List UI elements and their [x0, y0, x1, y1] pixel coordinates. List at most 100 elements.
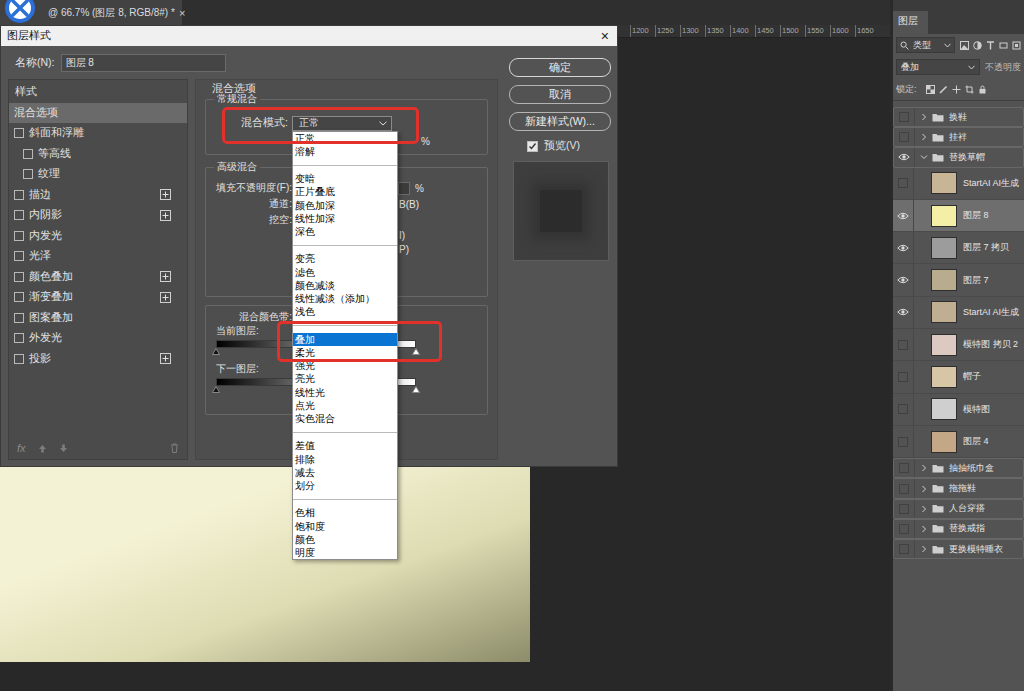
dialog-close-button[interactable]: × [601, 28, 609, 44]
blend-mode-option[interactable]: 线性加深 [293, 212, 397, 225]
style-checkbox[interactable] [14, 333, 24, 343]
visibility-toggle[interactable] [893, 232, 914, 263]
black-point-handle-icon[interactable] [212, 348, 220, 355]
style-item[interactable]: 描边 [9, 185, 187, 206]
move-up-icon[interactable] [38, 444, 47, 453]
chevron-right-icon[interactable] [920, 545, 928, 553]
blend-mode-option[interactable]: 实色混合 [293, 412, 397, 425]
layer-group-row[interactable]: 挂袢 [893, 127, 1024, 147]
visibility-toggle[interactable] [893, 361, 914, 392]
visibility-toggle[interactable] [893, 264, 914, 295]
blend-mode-option[interactable]: 线性减淡（添加） [293, 292, 397, 305]
style-checkbox[interactable] [14, 251, 24, 261]
channel-b-checkbox-label[interactable]: B(B) [399, 199, 419, 210]
style-checkbox[interactable] [14, 210, 24, 220]
blend-mode-option[interactable]: 颜色 [293, 533, 397, 546]
style-checkbox[interactable] [14, 292, 24, 302]
visibility-toggle[interactable] [893, 394, 914, 425]
dialog-button[interactable]: 确定 [509, 58, 611, 77]
chevron-right-icon[interactable] [920, 525, 928, 533]
blend-mode-option[interactable]: 正常 [293, 132, 397, 145]
type-filter-icon[interactable] [986, 41, 995, 50]
blend-mode-option[interactable]: 颜色减淡 [293, 279, 397, 292]
chevron-right-icon[interactable] [920, 464, 928, 472]
style-item[interactable]: 渐变叠加 [9, 287, 187, 308]
style-item[interactable]: 图案叠加 [9, 308, 187, 329]
blend-mode-option[interactable]: 饱和度 [293, 520, 397, 533]
image-filter-icon[interactable] [960, 41, 969, 50]
blend-mode-option[interactable]: 线性光 [293, 386, 397, 399]
lock-transparency-icon[interactable] [926, 85, 935, 94]
blend-mode-option[interactable]: 色相 [293, 506, 397, 519]
chevron-right-icon[interactable] [920, 505, 928, 513]
white-point-handle-icon[interactable] [412, 348, 420, 355]
blend-mode-option[interactable]: 排除 [293, 453, 397, 466]
chevron-right-icon[interactable] [920, 485, 928, 493]
add-effect-icon[interactable] [160, 210, 171, 221]
blend-mode-option[interactable]: 划分 [293, 479, 397, 492]
style-item[interactable]: 等高线 [9, 144, 187, 165]
visibility-toggle[interactable] [894, 479, 915, 497]
chevron-down-icon[interactable] [920, 153, 928, 161]
style-checkbox[interactable] [14, 272, 24, 282]
layer-group-row[interactable]: 更换模特睡衣 [893, 539, 1024, 559]
option-label[interactable]: I) [399, 230, 405, 241]
fx-button[interactable]: fx [17, 442, 26, 454]
blend-mode-select[interactable]: 正常 [292, 116, 392, 131]
style-checkbox[interactable] [23, 169, 33, 179]
add-effect-icon[interactable] [160, 353, 171, 364]
style-item[interactable]: 斜面和浮雕 [9, 123, 187, 144]
layer-group-row[interactable]: 抽抽纸巾盒 [893, 458, 1024, 478]
blend-mode-option[interactable]: 变亮 [293, 252, 397, 265]
blend-mode-option[interactable]: 明度 [293, 546, 397, 559]
add-effect-icon[interactable] [160, 189, 171, 200]
white-point-handle-icon[interactable] [412, 386, 420, 393]
add-effect-icon[interactable] [160, 292, 171, 303]
visibility-toggle[interactable] [893, 297, 914, 328]
black-point-handle-icon[interactable] [212, 386, 220, 393]
visibility-toggle[interactable] [893, 168, 914, 199]
layer-row[interactable]: 图层 7 [893, 264, 1024, 296]
option-label[interactable]: P) [399, 244, 409, 255]
visibility-toggle[interactable] [894, 500, 915, 518]
plugin-logo-icon[interactable] [0, 0, 44, 25]
style-checkbox[interactable] [14, 231, 24, 241]
lock-all-icon[interactable] [978, 85, 987, 94]
chevron-right-icon[interactable] [920, 133, 928, 141]
blend-mode-option[interactable]: 变暗 [293, 172, 397, 185]
visibility-toggle[interactable] [894, 520, 915, 538]
style-item[interactable]: 内发光 [9, 226, 187, 247]
visibility-toggle[interactable] [894, 459, 915, 477]
layer-group-row[interactable]: 人台穿搭 [893, 499, 1024, 519]
layer-row[interactable]: 模特图 拷贝 2 [893, 329, 1024, 361]
style-item[interactable]: 外发光 [9, 328, 187, 349]
close-tab-button[interactable]: × [179, 7, 185, 19]
layer-group-row[interactable]: 替换戒指 [893, 519, 1024, 539]
style-item[interactable]: 投影 [9, 349, 187, 370]
style-item[interactable]: 光泽 [9, 246, 187, 267]
visibility-toggle[interactable] [894, 148, 915, 166]
layer-row[interactable]: 图层 4 [893, 426, 1024, 458]
blend-mode-option[interactable]: 叠加 [293, 333, 397, 346]
layer-row[interactable]: 模特图 [893, 394, 1024, 426]
add-effect-icon[interactable] [160, 271, 171, 282]
move-down-icon[interactable] [59, 444, 68, 453]
style-checkbox[interactable] [23, 149, 33, 159]
layer-row[interactable]: StartAI AI生成 [893, 168, 1024, 200]
layer-row[interactable]: 图层 7 拷贝 [893, 232, 1024, 264]
shape-filter-icon[interactable] [999, 41, 1008, 50]
layer-row[interactable]: StartAI AI生成 [893, 297, 1024, 329]
layer-group-row[interactable]: 替换草帽 [893, 147, 1024, 167]
blend-mode-option[interactable]: 滤色 [293, 266, 397, 279]
style-item[interactable]: 颜色叠加 [9, 267, 187, 288]
layer-group-row[interactable]: 拖拖鞋 [893, 478, 1024, 498]
blend-mode-option[interactable]: 亮光 [293, 372, 397, 385]
preview-checkbox[interactable] [527, 141, 538, 152]
blend-mode-option[interactable]: 颜色加深 [293, 199, 397, 212]
style-checkbox[interactable] [14, 313, 24, 323]
blend-mode-option[interactable]: 强光 [293, 359, 397, 372]
layer-group-row[interactable]: 换鞋 [893, 107, 1024, 127]
layer-row[interactable]: 图层 8 [893, 200, 1024, 232]
document-tab[interactable]: @ 66.7% (图层 8, RGB/8#) * × [0, 0, 182, 25]
layers-tab[interactable]: 图层 [893, 11, 928, 34]
